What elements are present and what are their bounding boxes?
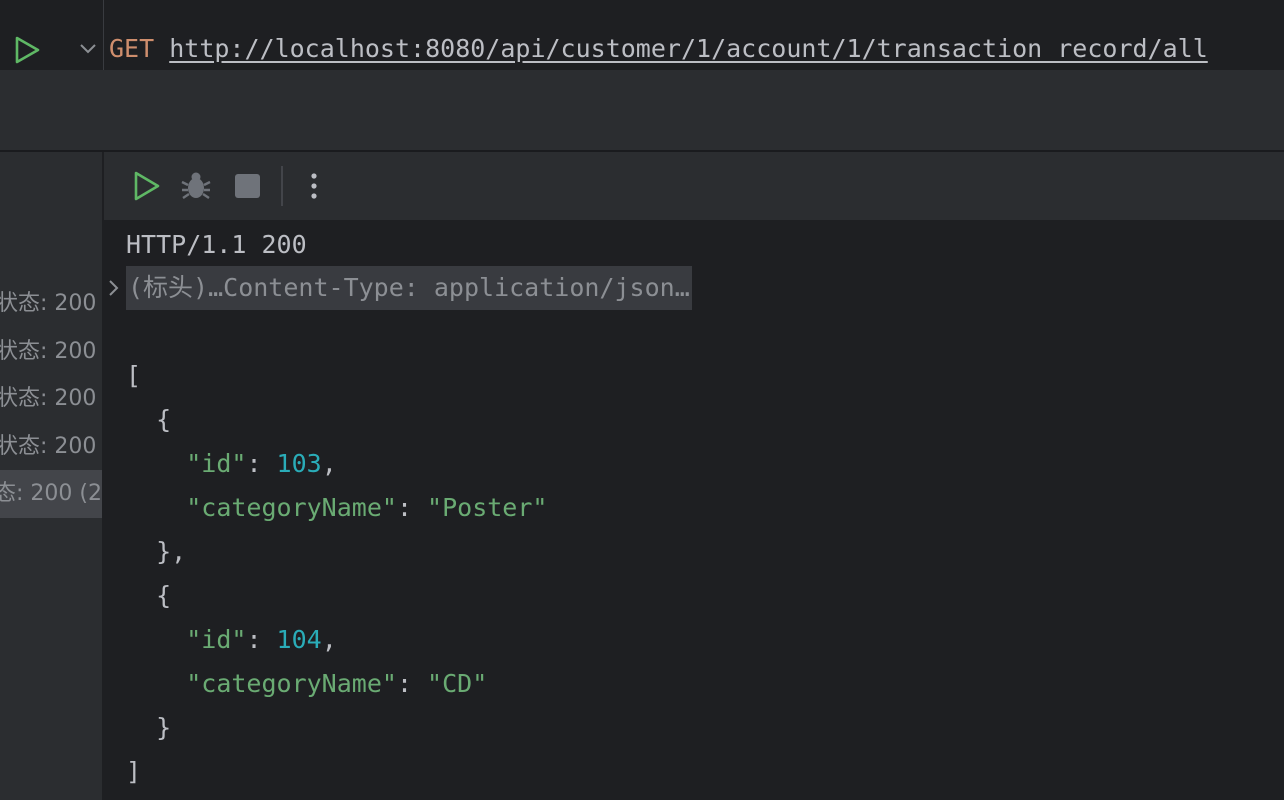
stop-icon[interactable]: [230, 168, 266, 204]
history-item[interactable]: 状态: 200 (: [0, 280, 102, 328]
run-request-icon[interactable]: [12, 35, 42, 65]
run-icon[interactable]: [128, 168, 164, 204]
history-item-label: 状态: 200 (: [0, 386, 102, 411]
history-item-label: 状态: 200 (: [0, 339, 102, 364]
json-object-open: {: [126, 405, 172, 434]
json-key: "id": [186, 625, 247, 654]
json-close-bracket: ]: [126, 757, 142, 786]
history-item[interactable]: 状态: 200 (: [0, 328, 102, 376]
chevron-down-icon[interactable]: [78, 39, 98, 59]
json-value-string: "Poster": [427, 493, 548, 522]
status-line: HTTP/1.1 200: [126, 230, 307, 259]
json-value-number: 103: [276, 449, 322, 478]
history-item[interactable]: 状态: 200 (: [0, 423, 102, 471]
json-line-id: "id": 104,: [186, 625, 337, 654]
history-item-selected[interactable]: 状态: 200 (2: [0, 470, 102, 518]
gutter-divider: [103, 0, 104, 70]
json-key: "categoryName": [186, 493, 397, 522]
request-line[interactable]: GET http://localhost:8080/api/customer/1…: [109, 31, 1208, 67]
json-key: "id": [186, 449, 247, 478]
json-value-string: "CD": [427, 669, 488, 698]
history-item[interactable]: 状态: 200 (: [0, 375, 102, 423]
toolbar-separator: [281, 166, 283, 206]
json-object-close: },: [126, 537, 187, 566]
json-open-bracket: [: [126, 361, 142, 390]
more-vertical-icon[interactable]: [296, 168, 332, 204]
history-item-label: 状态: 200 (2: [0, 481, 102, 506]
json-object-close: }: [126, 713, 172, 742]
json-value-number: 104: [276, 625, 322, 654]
http-method: GET: [109, 34, 155, 63]
json-line-category: "categoryName": "Poster": [186, 493, 548, 522]
json-line-category: "categoryName": "CD": [186, 669, 488, 698]
headers-fold[interactable]: (标头)…Content-Type: application/json…: [126, 266, 692, 310]
editor-empty-area: [0, 70, 1284, 150]
json-line-id: "id": 103,: [186, 449, 337, 478]
response-viewer[interactable]: HTTP/1.1 200 (标头)…Content-Type: applicat…: [104, 220, 1284, 800]
request-url[interactable]: http://localhost:8080/api/customer/1/acc…: [169, 34, 1208, 63]
history-item-label: 状态: 200 (: [0, 434, 102, 459]
json-key: "categoryName": [186, 669, 397, 698]
chevron-right-icon[interactable]: [106, 278, 122, 298]
history-item-label: 状态: 200 (: [0, 291, 102, 316]
json-object-open: {: [126, 581, 172, 610]
response-toolbar: [104, 152, 1284, 220]
request-history-panel: 状态: 200 ( 状态: 200 ( 状态: 200 ( 状态: 200 ( …: [0, 152, 102, 800]
debug-icon[interactable]: [178, 168, 214, 204]
